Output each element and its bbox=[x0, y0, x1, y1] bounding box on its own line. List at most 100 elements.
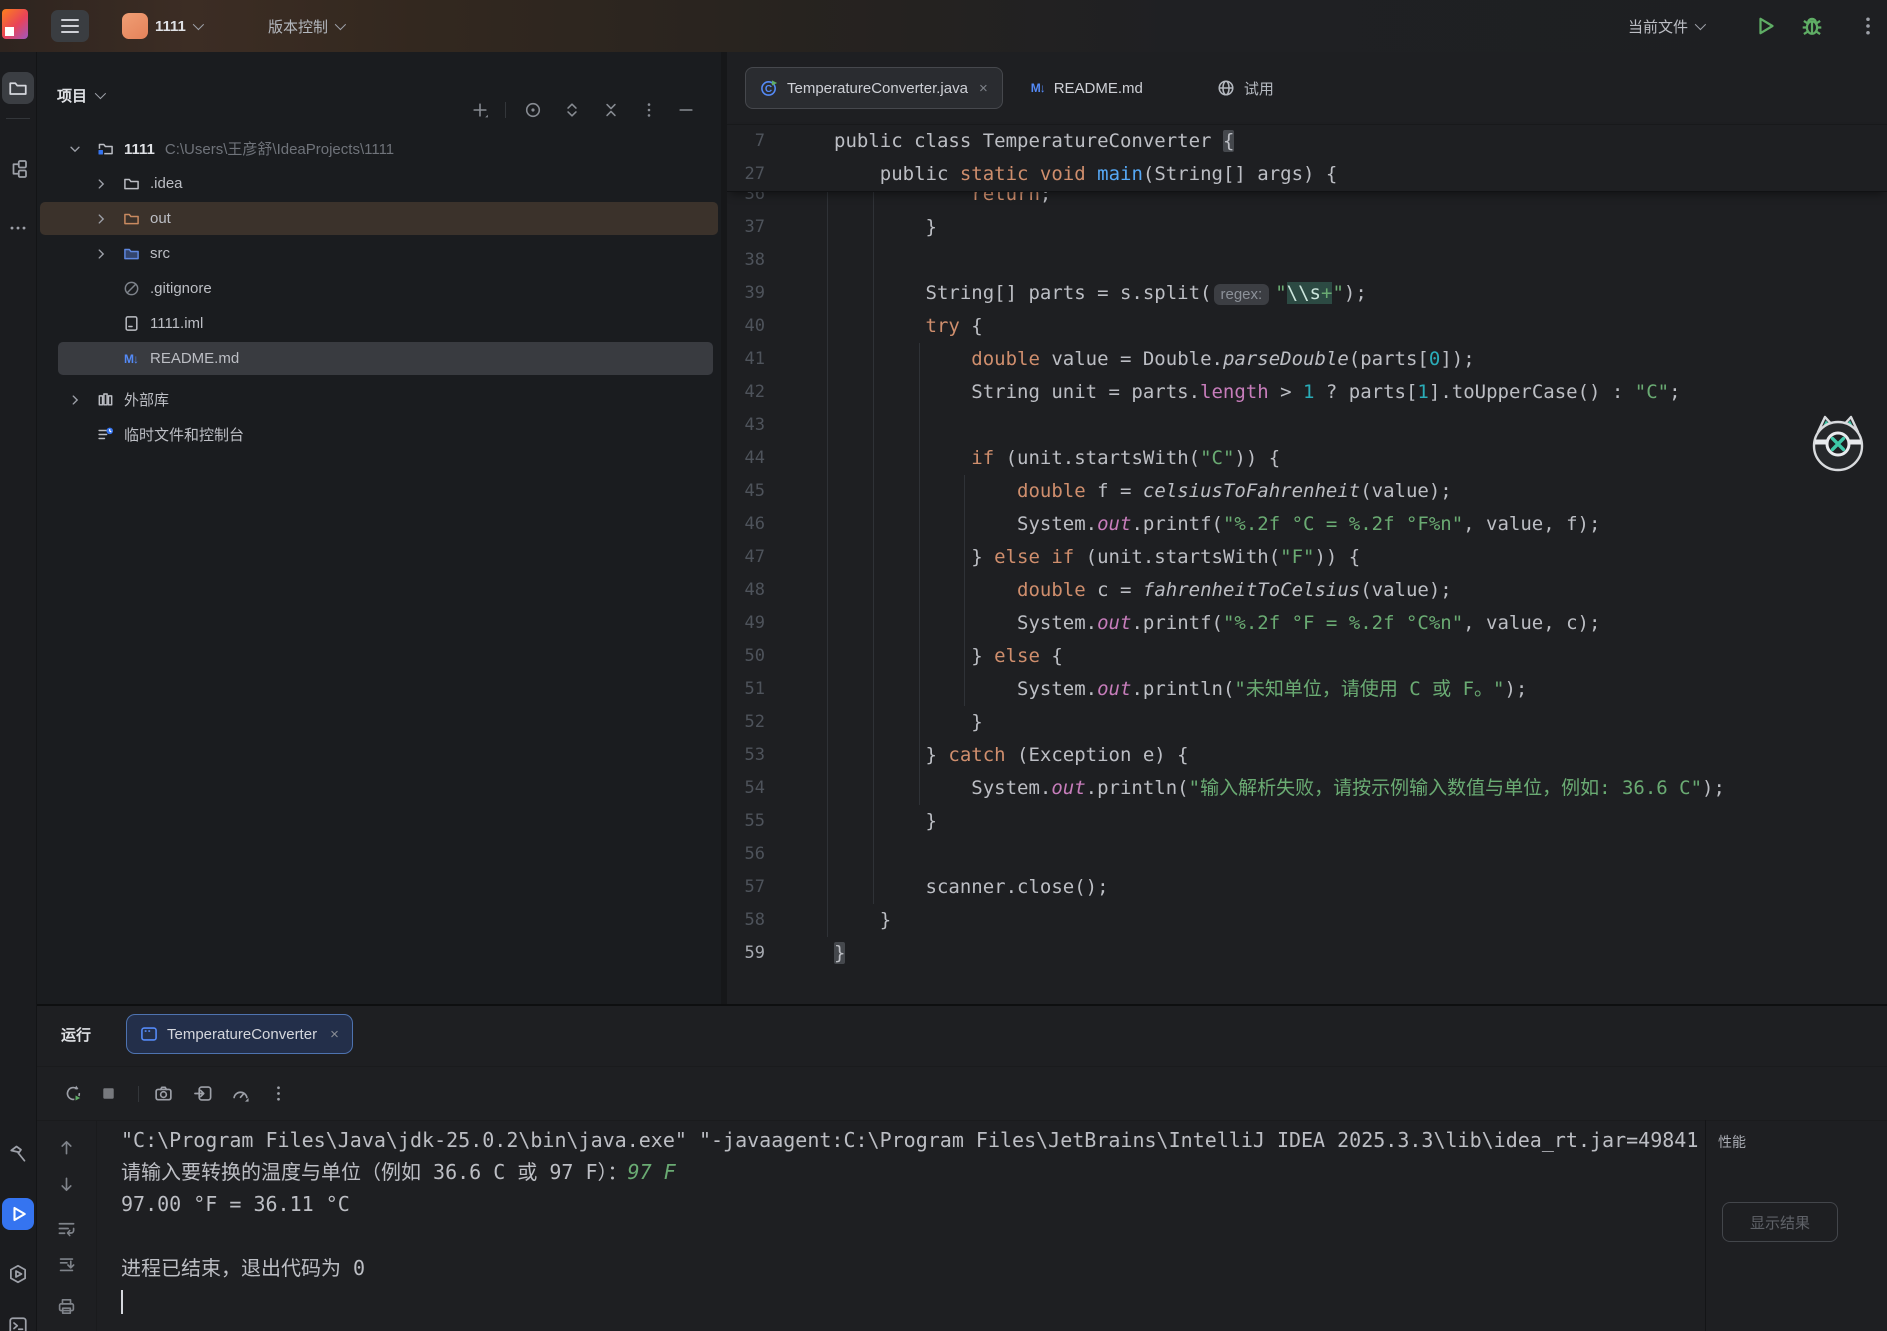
code-token: System. bbox=[834, 513, 1097, 535]
editor-tab-试用[interactable]: 试用 bbox=[1203, 68, 1288, 108]
tree-item-out[interactable]: out bbox=[37, 201, 721, 236]
code-token: double bbox=[971, 348, 1040, 370]
tool-window-button-services[interactable] bbox=[2, 1258, 34, 1290]
code-line-46[interactable]: 46 System.out.printf("%.2f °C = %.2f °F%… bbox=[727, 508, 1887, 541]
tree-item-.idea[interactable]: .idea bbox=[37, 166, 721, 201]
code-line-56[interactable]: 56 bbox=[727, 838, 1887, 871]
code-line-53[interactable]: 53 } catch (Exception e) { bbox=[727, 739, 1887, 772]
add-button[interactable] bbox=[467, 97, 493, 123]
locate-button[interactable] bbox=[520, 97, 546, 123]
expand-toggle[interactable] bbox=[94, 212, 108, 226]
print-button[interactable] bbox=[53, 1293, 79, 1319]
more-v-button[interactable] bbox=[636, 97, 662, 123]
project-view-selector[interactable]: 项目 bbox=[57, 85, 103, 106]
run-play-icon bbox=[8, 1204, 28, 1224]
title-bar: 1111 版本控制 当前文件 bbox=[0, 0, 1887, 52]
run-configuration-selector[interactable]: 当前文件 bbox=[1628, 10, 1703, 42]
tool-window-button-structure[interactable] bbox=[2, 153, 34, 185]
code-token: (parts[ bbox=[1349, 348, 1429, 370]
scroll-end-button[interactable] bbox=[53, 1251, 79, 1277]
expand-toggle[interactable] bbox=[68, 142, 82, 156]
main-menu-button[interactable] bbox=[51, 10, 89, 42]
services-icon bbox=[8, 1264, 28, 1284]
stop-button[interactable] bbox=[94, 1079, 122, 1107]
project-widget[interactable]: 1111 bbox=[122, 10, 201, 42]
tree-item-临时文件和控制台[interactable]: 临时文件和控制台 bbox=[37, 417, 721, 452]
expand-toggle[interactable] bbox=[94, 177, 108, 191]
code-line-50[interactable]: 50 } else { bbox=[727, 640, 1887, 673]
tree-item-外部库[interactable]: 外部库 bbox=[37, 382, 721, 417]
code-line-48[interactable]: 48 double c = fahrenheitToCelsius(value)… bbox=[727, 574, 1887, 607]
close-icon[interactable]: × bbox=[979, 80, 988, 97]
soft-wrap-button[interactable] bbox=[53, 1215, 79, 1241]
tool-window-button-terminal[interactable] bbox=[2, 1310, 34, 1331]
rerun-icon bbox=[64, 1084, 83, 1103]
tree-item-1111.iml[interactable]: 1111.iml bbox=[37, 306, 721, 341]
code-line-41[interactable]: 41 double value = Double.parseDouble(par… bbox=[727, 343, 1887, 376]
snapshot-button[interactable] bbox=[149, 1079, 177, 1107]
vcs-widget[interactable]: 版本控制 bbox=[268, 10, 343, 42]
code-line-58[interactable]: 58 } bbox=[727, 904, 1887, 937]
tool-window-button-more-h[interactable] bbox=[2, 212, 34, 244]
show-results-button[interactable]: 显示结果 bbox=[1722, 1202, 1838, 1242]
code-token: static void bbox=[960, 163, 1097, 185]
code-line-40[interactable]: 40 try { bbox=[727, 310, 1887, 343]
code-line-38[interactable]: 38 bbox=[727, 244, 1887, 277]
down-button[interactable] bbox=[53, 1171, 79, 1197]
code-token: 1 bbox=[1417, 381, 1428, 403]
code-editor[interactable]: 36 return;37 }3839 String[] parts = s.sp… bbox=[727, 191, 1887, 991]
code-line-49[interactable]: 49 System.out.printf("%.2f °F = %.2f °C%… bbox=[727, 607, 1887, 640]
code-line-7[interactable]: 7public class TemperatureConverter { bbox=[727, 125, 1887, 158]
code-token: } bbox=[834, 942, 845, 964]
code-line-42[interactable]: 42 String unit = parts.length > 1 ? part… bbox=[727, 376, 1887, 409]
code-line-54[interactable]: 54 System.out.println("输入解析失败，请按示例输入数值与单… bbox=[727, 772, 1887, 805]
code-line-57[interactable]: 57 scanner.close(); bbox=[727, 871, 1887, 904]
more-v-button[interactable] bbox=[264, 1079, 292, 1107]
code-line-59[interactable]: 59} bbox=[727, 937, 1887, 970]
profiler-button[interactable] bbox=[226, 1079, 254, 1107]
code-line-27[interactable]: 27 public static void main(String[] args… bbox=[727, 158, 1887, 191]
collapse-all-button[interactable] bbox=[598, 97, 624, 123]
file-type-icon bbox=[96, 426, 114, 444]
run-tab-temperatureconverter[interactable]: TemperatureConverter × bbox=[126, 1014, 353, 1054]
code-line-51[interactable]: 51 System.out.println("未知单位，请使用 C 或 F。")… bbox=[727, 673, 1887, 706]
hide-button[interactable] bbox=[673, 97, 699, 123]
code-line-45[interactable]: 45 double f = celsiusToFahrenheit(value)… bbox=[727, 475, 1887, 508]
code-line-36[interactable]: 36 return; bbox=[727, 191, 1887, 211]
close-icon[interactable]: × bbox=[330, 1026, 339, 1043]
file-type-icon bbox=[122, 245, 140, 263]
tree-item-label: out bbox=[150, 210, 171, 227]
editor-tab-TemperatureConverter.java[interactable]: CTemperatureConverter.java× bbox=[745, 67, 1003, 109]
run-button[interactable] bbox=[1753, 14, 1777, 38]
tree-item-src[interactable]: src bbox=[37, 236, 721, 271]
code-line-55[interactable]: 55 } bbox=[727, 805, 1887, 838]
tool-window-button-project-folder[interactable] bbox=[2, 72, 34, 104]
tree-item-1111[interactable]: 1111C:\Users\王彦舒\IdeaProjects\1111 bbox=[37, 131, 721, 166]
line-number: 36 bbox=[727, 191, 765, 211]
code-line-39[interactable]: 39 String[] parts = s.split(regex:"\\s+"… bbox=[727, 277, 1887, 310]
code-line-47[interactable]: 47 } else if (unit.startsWith("F")) { bbox=[727, 541, 1887, 574]
rerun-button[interactable] bbox=[59, 1079, 87, 1107]
attach-button[interactable] bbox=[189, 1079, 217, 1107]
up-button[interactable] bbox=[53, 1134, 79, 1160]
expand-toggle[interactable] bbox=[68, 393, 82, 407]
code-line-44[interactable]: 44 if (unit.startsWith("C")) { bbox=[727, 442, 1887, 475]
expand-all-button[interactable] bbox=[559, 97, 585, 123]
run-console-output[interactable]: "C:\Program Files\Java\jdk-25.0.2\bin\ja… bbox=[97, 1120, 1729, 1331]
code-line-43[interactable]: 43 bbox=[727, 409, 1887, 442]
line-number: 38 bbox=[727, 244, 765, 277]
debug-button[interactable] bbox=[1800, 14, 1824, 38]
titlebar-more-button[interactable] bbox=[1856, 14, 1880, 38]
tree-item-.gitignore[interactable]: .gitignore bbox=[37, 271, 721, 306]
code-line-37[interactable]: 37 } bbox=[727, 211, 1887, 244]
code-line-52[interactable]: 52 } bbox=[727, 706, 1887, 739]
code-token: ]); bbox=[1440, 348, 1474, 370]
code-token: " bbox=[1275, 282, 1286, 304]
tool-window-button-run-play[interactable] bbox=[2, 1198, 34, 1230]
tool-window-button-hammer[interactable] bbox=[2, 1138, 34, 1170]
expand-toggle[interactable] bbox=[94, 247, 108, 261]
tree-item-README.md[interactable]: M↓README.md bbox=[37, 341, 721, 376]
editor-tab-README.md[interactable]: M↓README.md bbox=[1017, 68, 1157, 108]
code-token: if bbox=[971, 447, 994, 469]
tab-label: TemperatureConverter.java bbox=[787, 80, 968, 97]
